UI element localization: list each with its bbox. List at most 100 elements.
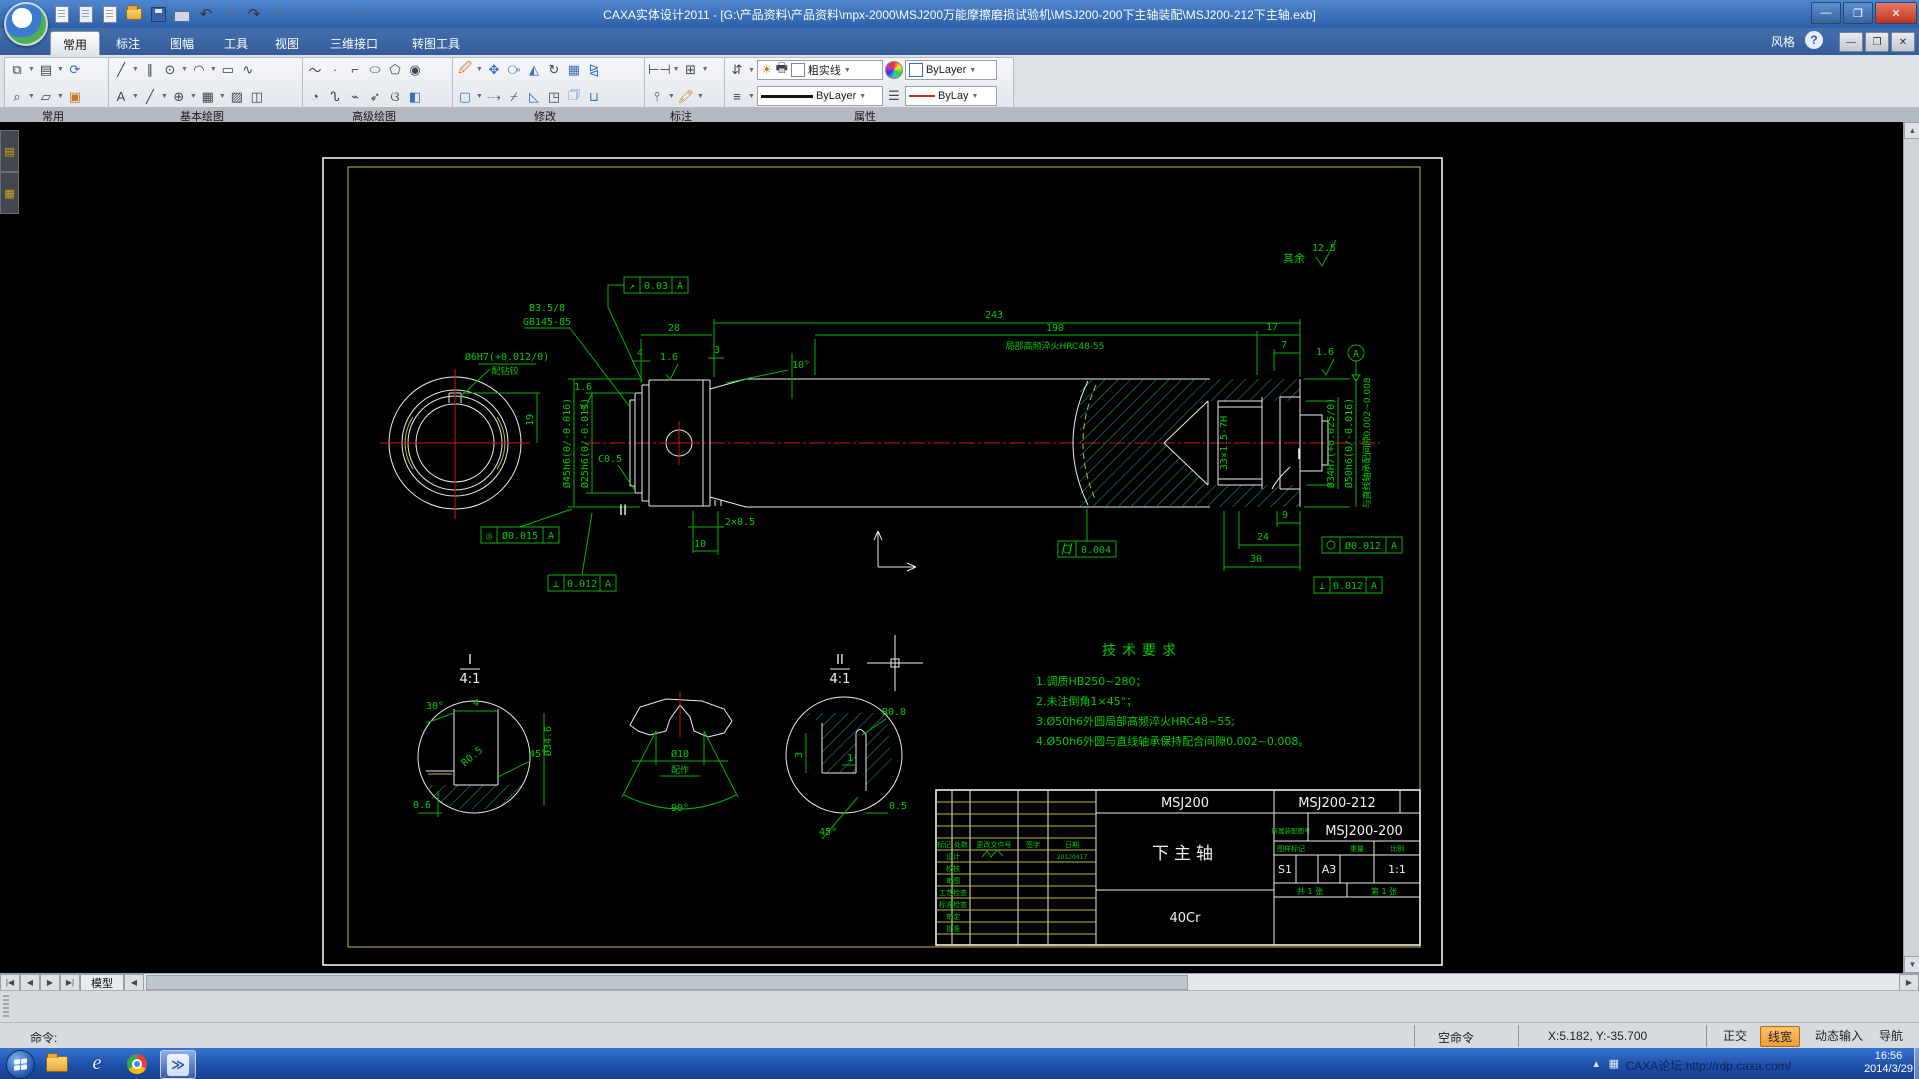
minimize-button[interactable]: —	[1811, 2, 1841, 24]
panel-drag-handle[interactable]	[3, 995, 9, 1019]
dimstyle-combo[interactable]: ByLay ▼	[905, 86, 997, 106]
color-combo[interactable]: ByLayer ▼	[905, 60, 997, 80]
line-tool-icon[interactable]: ╱	[112, 60, 130, 79]
model-sheet-tab[interactable]: 模型	[80, 974, 124, 991]
layer-convert-icon[interactable]: ⇵	[728, 61, 746, 80]
rotate-icon[interactable]: ↻	[545, 60, 563, 79]
ortho-toggle[interactable]: 正交	[1716, 1026, 1754, 1045]
close-button[interactable]: ✕	[1875, 2, 1917, 24]
text-tool-icon[interactable]: A	[112, 87, 130, 106]
color-wheel-icon[interactable]	[885, 61, 903, 79]
explode-icon[interactable]: 🗇	[565, 87, 583, 106]
gear-tool-icon[interactable]: ◉	[406, 60, 424, 79]
hscroll-right-icon[interactable]: ▶	[1899, 974, 1919, 991]
style-menu-button[interactable]: 风格	[1771, 33, 1795, 50]
axis-tool-icon[interactable]: ⌐	[346, 60, 364, 79]
scroll-down-icon[interactable]: ▼	[1904, 956, 1919, 973]
horizontal-scrollbar[interactable]	[144, 974, 1899, 991]
chamfer-icon[interactable]: ◺	[525, 87, 543, 106]
array-icon[interactable]: ▦	[565, 60, 583, 79]
vertical-scrollbar[interactable]: ▲ ▼	[1903, 122, 1919, 973]
region-tool-icon[interactable]: ◫	[248, 87, 266, 106]
fillet-icon[interactable]: ◳	[545, 87, 563, 106]
extend-icon[interactable]: ⤏	[485, 87, 503, 106]
paste-icon[interactable]: ▤	[37, 60, 55, 79]
first-sheet-icon[interactable]: |◀	[0, 974, 20, 991]
show-desktop-button[interactable]	[1914, 1048, 1919, 1079]
solid-tool-icon[interactable]: ◧	[406, 87, 424, 106]
tolerance-tool-icon[interactable]: ⊞	[682, 60, 700, 79]
circle-tool-icon[interactable]: ⊙	[161, 60, 179, 79]
pan-icon[interactable]: ▱	[37, 87, 55, 106]
select-icon[interactable]: ▣	[66, 87, 84, 106]
mirror-icon[interactable]: ◭	[525, 60, 543, 79]
tab-tools[interactable]: 工具	[212, 31, 260, 55]
tray-ticker-text[interactable]: CAXA论坛:http://rdp.caxa.com/	[1626, 1057, 1791, 1074]
tray-chevron-icon[interactable]: ▴	[1593, 1057, 1599, 1070]
tray-network-icon[interactable]: ▦	[1609, 1057, 1619, 1070]
ie-taskbar-icon[interactable]: e	[80, 1050, 114, 1077]
zoom-icon[interactable]: ⌕	[8, 87, 26, 106]
tab-common[interactable]: 常用	[50, 31, 100, 56]
explorer-taskbar-icon[interactable]	[40, 1050, 74, 1077]
revolve-tool-icon[interactable]: ◔	[306, 87, 324, 106]
chrome-taskbar-icon[interactable]	[120, 1050, 154, 1077]
edit-dim-icon[interactable]: 🖍	[677, 87, 695, 106]
tab-frame[interactable]: 图幅	[158, 31, 206, 55]
side-panel-tab-1[interactable]: ▤	[0, 130, 19, 172]
scroll-up-icon[interactable]: ▲	[1904, 122, 1919, 139]
last-sheet-icon[interactable]: ▶|	[60, 974, 80, 991]
hscroll-thumb[interactable]	[146, 975, 1188, 990]
datum-tool-icon[interactable]: ⫯	[648, 87, 666, 106]
linestyle-combo[interactable]: ByLayer ▼	[757, 86, 883, 106]
move-icon[interactable]: ✥	[485, 60, 503, 79]
arrow-tool-icon[interactable]: ➶	[366, 87, 384, 106]
maximize-button[interactable]: ❐	[1843, 2, 1873, 24]
tab-3d[interactable]: 三维接口	[318, 31, 390, 55]
taskbar-clock[interactable]: 16:56 2014/3/29	[1864, 1050, 1913, 1076]
tab-dimension[interactable]: 标注	[104, 31, 152, 55]
rectangle-tool-icon[interactable]: ▭	[219, 60, 237, 79]
curve-tool-icon[interactable]: 〜	[306, 60, 324, 79]
arc-tool-icon[interactable]: ◠	[190, 60, 208, 79]
dimension-tool-icon[interactable]: ⊢⊣	[648, 60, 671, 79]
polygon-tool-icon[interactable]: ⬠	[386, 60, 404, 79]
drawing-canvas[interactable]: ▤ ▦	[0, 122, 1919, 973]
next-sheet-icon[interactable]: ▶	[40, 974, 60, 991]
caxa-taskbar-icon[interactable]: ≫	[160, 1050, 196, 1079]
block-tool-icon[interactable]: ⊕	[170, 87, 188, 106]
linetype-combo[interactable]: ☀ 🖶 粗实线 ▼	[757, 60, 883, 80]
prev-sheet-icon[interactable]: ◀	[20, 974, 40, 991]
break-icon[interactable]: ⌿	[505, 87, 523, 106]
scale-icon[interactable]: ⧎	[585, 60, 603, 79]
join-icon[interactable]: ⊔	[585, 87, 603, 106]
refresh-icon[interactable]: ⟳	[66, 60, 84, 79]
help-icon[interactable]: ?	[1805, 31, 1823, 49]
offset-icon[interactable]: ⧂	[505, 60, 523, 79]
lineweight-toggle[interactable]: 线宽	[1760, 1026, 1800, 1047]
command-history-area[interactable]	[0, 990, 1919, 1023]
start-button[interactable]	[6, 1050, 35, 1079]
ellipse-tool-icon[interactable]: ⬭	[366, 60, 384, 79]
copy-icon[interactable]: ⧉	[8, 60, 26, 79]
sketch-line-icon[interactable]: ╱	[141, 87, 159, 106]
linestyle-list-icon[interactable]: ☰	[885, 87, 903, 106]
tab-view[interactable]: 视图	[263, 31, 311, 55]
doc-minimize-button[interactable]: —	[1839, 32, 1863, 52]
hatch-tool-icon[interactable]: ▨	[228, 87, 246, 106]
navigation-toggle[interactable]: 导航	[1872, 1026, 1910, 1045]
table-tool-icon[interactable]: ▦	[199, 87, 217, 106]
point-tool-icon[interactable]: ·	[326, 60, 344, 79]
hscroll-left-icon[interactable]: ◀	[124, 974, 144, 991]
spline-tool-icon[interactable]: ∿	[239, 60, 257, 79]
tab-convert[interactable]: 转图工具	[400, 31, 472, 55]
parallel-tool-icon[interactable]: ∥	[141, 60, 159, 79]
doc-restore-button[interactable]: ❐	[1865, 32, 1889, 52]
erase-icon[interactable]: 🖉	[456, 60, 474, 79]
wave-tool-icon[interactable]: ᔐ	[326, 87, 344, 106]
contour-tool-icon[interactable]: ଓ	[386, 87, 404, 106]
command-prompt[interactable]: 命令:	[30, 1029, 57, 1046]
doc-close-button[interactable]: ✕	[1891, 32, 1915, 52]
lineweight-icon[interactable]: ≡	[728, 87, 746, 106]
side-panel-tab-2[interactable]: ▦	[0, 172, 19, 214]
